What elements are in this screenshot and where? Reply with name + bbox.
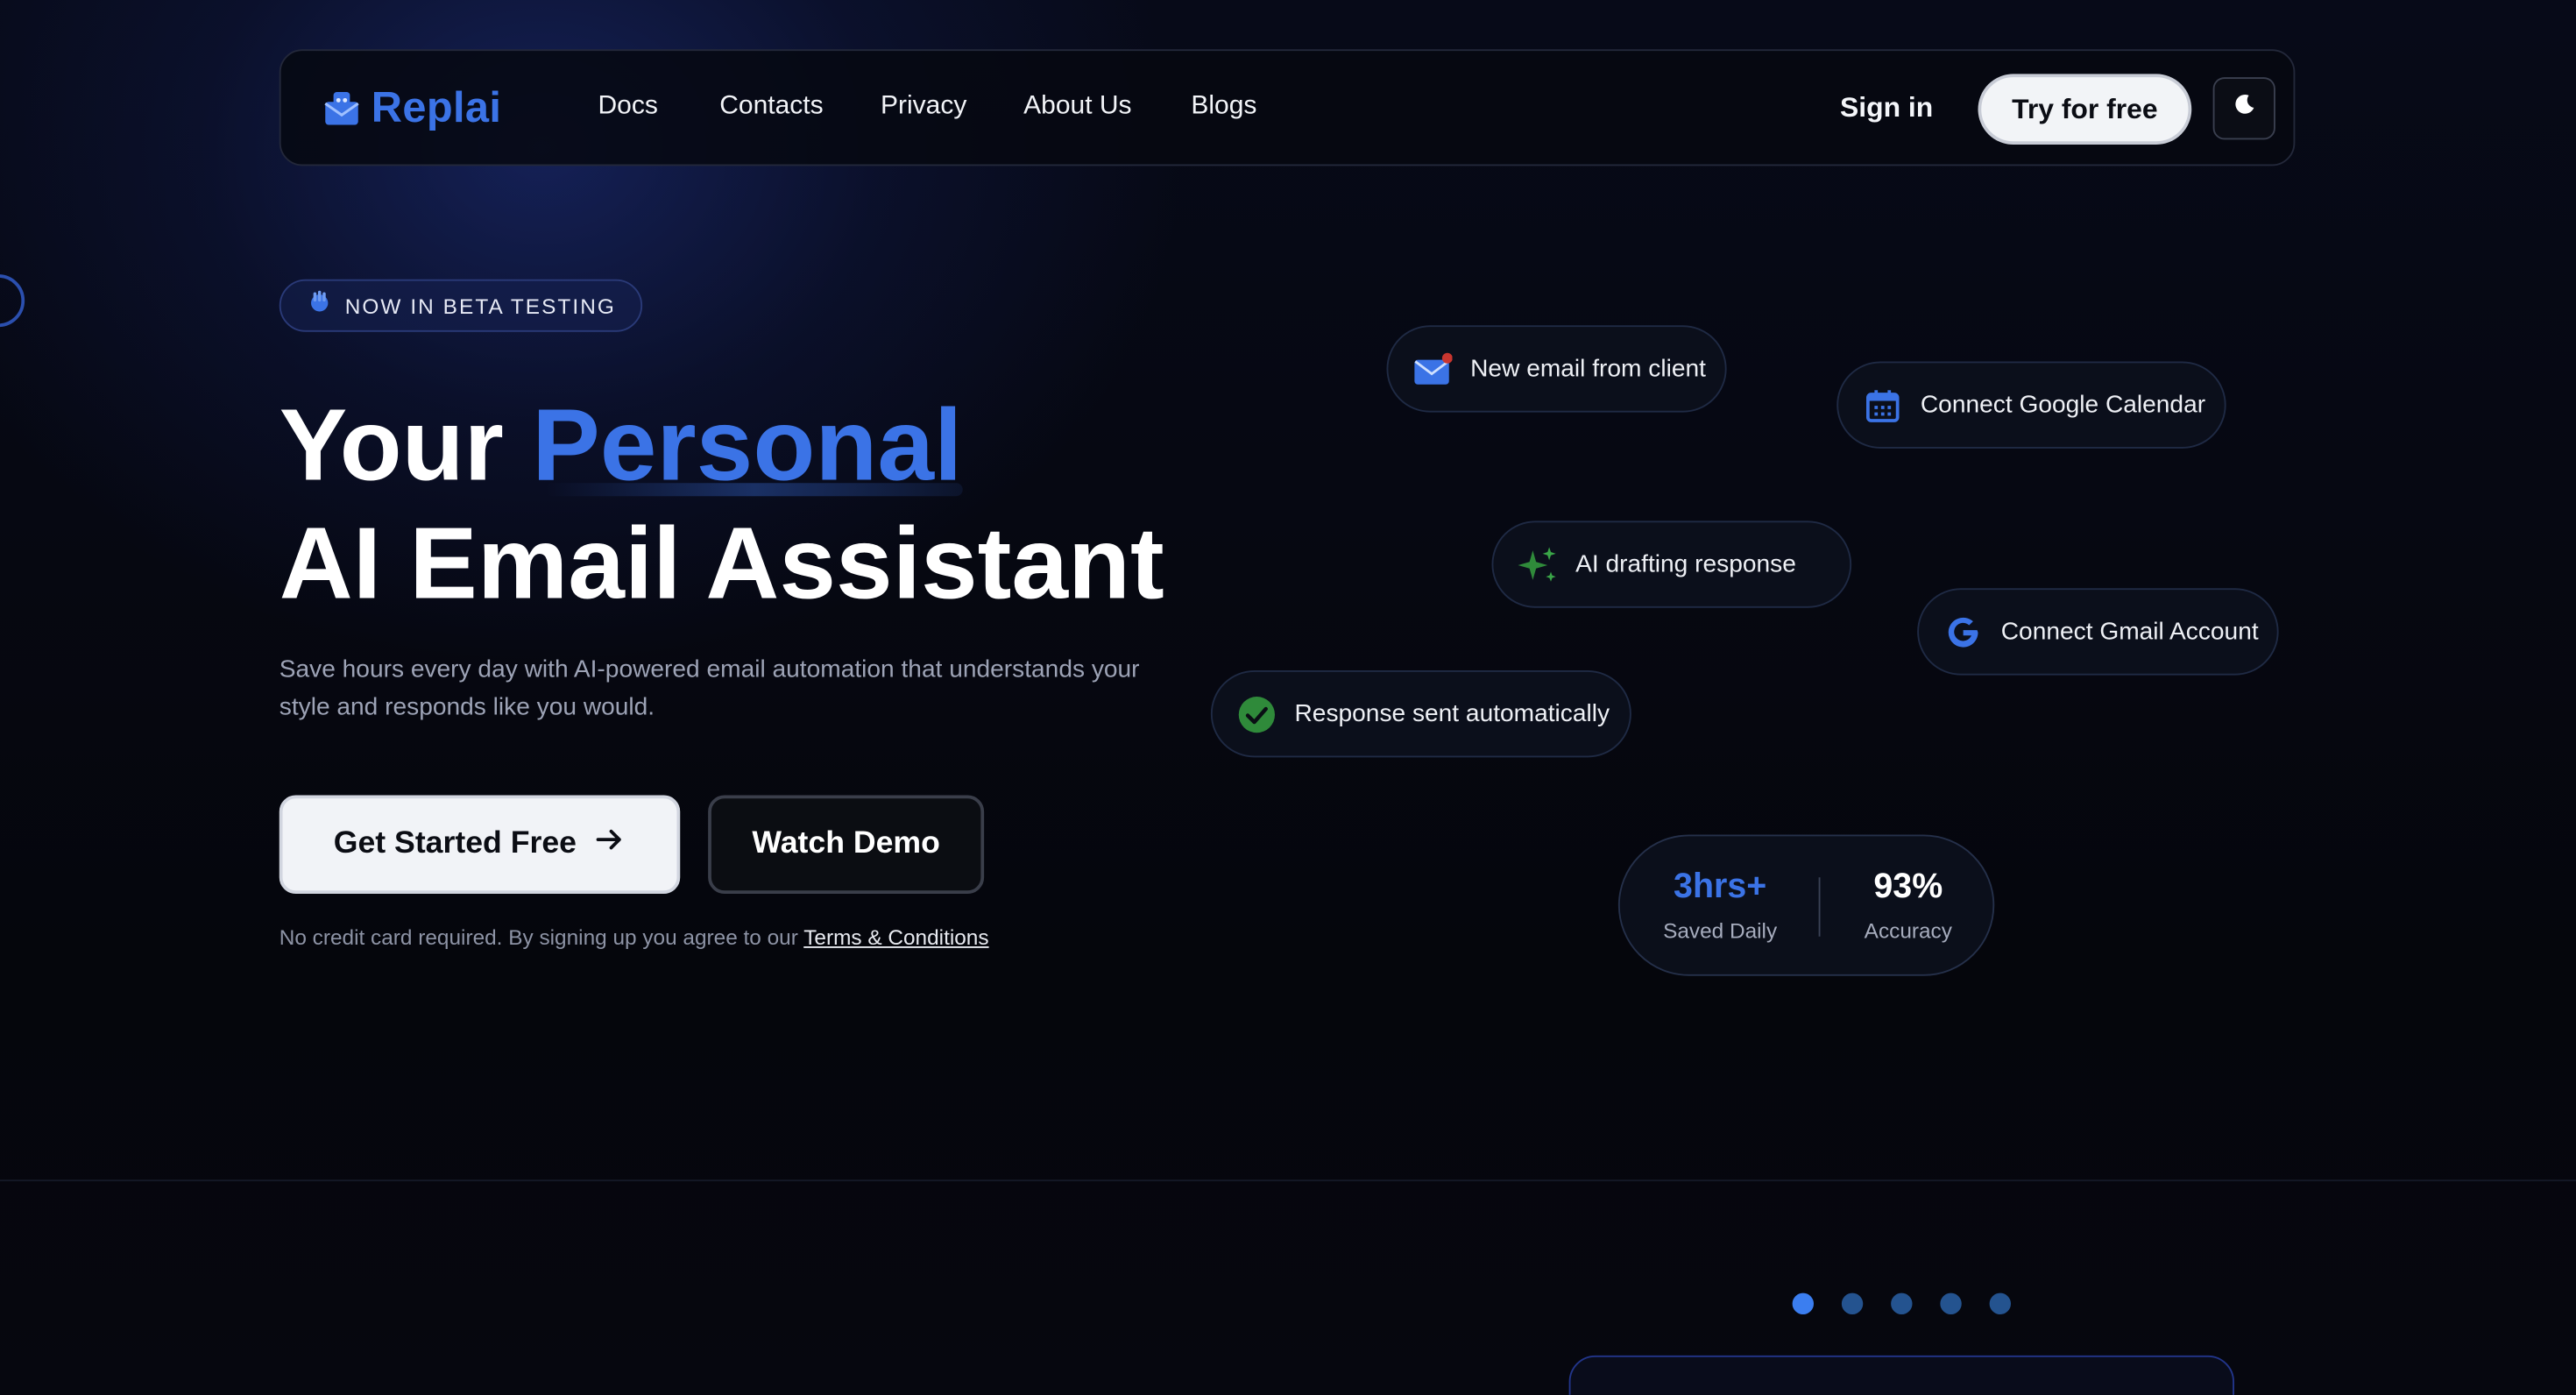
landing-page: Replai Docs Contacts Privacy About Us Bl… [0,0,2576,1395]
envelope-logo-icon [322,88,362,127]
card-new-email-label: New email from client [1470,355,1706,383]
beta-badge-label: NOW IN BETA TESTING [344,293,616,318]
nav-link-about-us[interactable]: About Us [1023,92,1131,122]
wave-hand-icon [308,289,332,322]
sparkle-icon [1517,543,1560,586]
get-started-button[interactable]: Get Started Free [279,795,681,894]
moon-icon [2232,92,2256,125]
card-ai-drafting: AI drafting response [1491,520,1852,608]
nav-link-blogs[interactable]: Blogs [1191,92,1256,122]
brand-name: Replai [371,81,502,131]
carousel-dots [1792,1292,2011,1314]
try-for-free-button[interactable]: Try for free [1978,74,2192,145]
card-calendar[interactable]: Connect Google Calendar [1836,361,2226,449]
card-new-email: New email from client [1386,325,1727,413]
card-ai-drafting-label: AI drafting response [1575,550,1796,578]
nav-link-contacts[interactable]: Contacts [719,92,823,122]
hero-headline: Your Personal AI Email Assistant [280,388,1164,625]
card-response-sent-label: Response sent automatically [1294,699,1610,728]
disclaimer-text: No credit card required. By signing up y… [279,924,798,950]
card-gmail-label: Connect Gmail Account [2000,618,2259,646]
terms-link[interactable]: Terms & Conditions [803,925,988,950]
logo[interactable]: Replai [322,82,502,133]
stat-accuracy-label: Accuracy [1864,918,1952,944]
feature-card-preview [1568,1355,2234,1395]
carousel-dot-4[interactable] [1940,1292,1962,1314]
stats-card: 3hrs+ Saved Daily 93% Accuracy [1617,834,1995,976]
headline-prefix: Your [279,389,504,503]
mail-icon [1412,348,1454,391]
calendar-icon [1861,384,1904,427]
card-response-sent: Response sent automatically [1210,670,1631,758]
decorative-ring [0,274,25,328]
check-circle-icon [1235,692,1278,735]
sign-in-link[interactable]: Sign in [1840,92,1933,125]
google-icon [1942,611,1985,654]
nav-link-docs[interactable]: Docs [598,92,658,122]
get-started-label: Get Started Free [333,826,577,861]
signup-disclaimer: No credit card required. By signing up y… [280,925,989,950]
hero-subtext: Save hours every day with AI-powered ema… [279,655,1140,721]
stat-accuracy-value: 93% [1873,867,1943,906]
stat-time-saved-value: 3hrs+ [1674,867,1767,906]
beta-badge: NOW IN BETA TESTING [279,279,643,332]
card-gmail[interactable]: Connect Gmail Account [1917,588,2279,676]
navbar: Replai Docs Contacts Privacy About Us Bl… [279,49,2296,166]
stat-time-saved-label: Saved Daily [1663,918,1778,944]
arrow-right-icon [593,823,626,866]
carousel-dot-5[interactable] [1989,1292,2011,1314]
headline-accent: Personal [532,389,963,503]
card-calendar-label: Connect Google Calendar [1920,391,2206,420]
watch-demo-button[interactable]: Watch Demo [708,795,985,894]
carousel-dot-1[interactable] [1792,1292,1814,1314]
carousel-dot-2[interactable] [1841,1292,1864,1314]
theme-toggle-button[interactable] [2212,77,2275,140]
carousel-dot-3[interactable] [1891,1292,1913,1314]
section-divider [0,1179,2576,1182]
headline-line2: AI Email Assistant [279,507,1164,621]
nav-link-privacy[interactable]: Privacy [881,92,966,122]
